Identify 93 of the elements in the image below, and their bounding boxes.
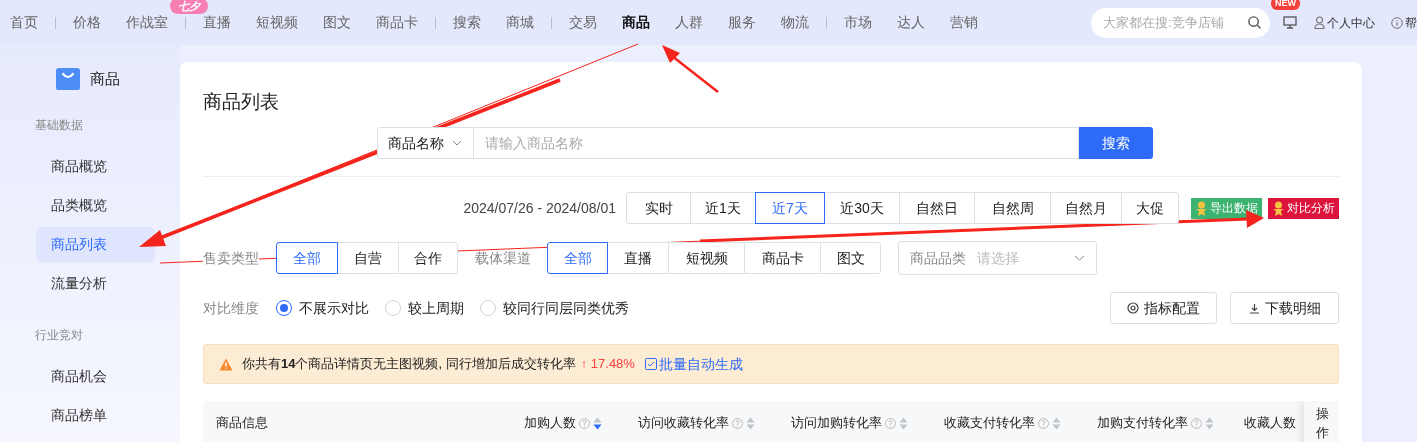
segment-tab[interactable]: 实时 bbox=[626, 192, 691, 224]
compare-radio[interactable]: 较同行同层同类优秀 bbox=[480, 297, 629, 319]
nav-item[interactable]: 商城 bbox=[506, 14, 534, 30]
new-badge: NEW bbox=[1271, 0, 1300, 10]
nav-item[interactable]: 物流 bbox=[781, 14, 809, 30]
batch-generate-link[interactable]: 批量自动生成 bbox=[658, 353, 743, 375]
sidebar-heading: 行业竞对 bbox=[34, 327, 84, 344]
column-header[interactable]: 加购支付转化率 bbox=[1097, 413, 1188, 433]
column-header[interactable]: 收藏支付转化率 bbox=[944, 413, 1035, 433]
segment-tab[interactable]: 近1天 bbox=[690, 192, 756, 224]
segment-tab[interactable]: 全部 bbox=[547, 242, 608, 274]
info-icon[interactable] bbox=[1391, 16, 1403, 29]
segment-tab[interactable]: 自然月 bbox=[1050, 192, 1122, 224]
nav-item[interactable]: 营销 bbox=[950, 14, 978, 30]
page-title: 商品列表 bbox=[203, 90, 280, 114]
nav-item[interactable]: 直播 bbox=[203, 14, 231, 30]
sidebar-item[interactable]: 流量分析 bbox=[36, 266, 155, 301]
nav-item[interactable]: 首页 bbox=[10, 14, 38, 30]
search-field[interactable]: 大家都在搜:竞争店铺 bbox=[1091, 7, 1270, 38]
nav-item[interactable]: 短视频 bbox=[256, 14, 298, 30]
help-icon bbox=[1038, 417, 1049, 429]
search-icon[interactable] bbox=[1247, 14, 1262, 30]
nav-item[interactable]: 交易 bbox=[569, 14, 597, 30]
column-header: 收藏人数 bbox=[1244, 414, 1297, 433]
help-icon bbox=[732, 417, 743, 429]
help-icon bbox=[579, 417, 590, 429]
notice-text: 你共有14个商品详情页无主图视频, 同行增加后成交转化率 bbox=[242, 355, 576, 374]
sidebar-item[interactable]: 商品机会 bbox=[36, 359, 155, 394]
sidebar-heading: 基础数据 bbox=[34, 117, 84, 134]
segment-tab[interactable]: 近30天 bbox=[824, 192, 900, 224]
segment-tab[interactable]: 合作 bbox=[398, 242, 458, 274]
search-button[interactable]: 搜索 bbox=[1078, 127, 1153, 159]
nav-item[interactable]: 达人 bbox=[897, 14, 925, 30]
nav-item[interactable]: 图文 bbox=[323, 14, 351, 30]
column-header: 操作 bbox=[1304, 401, 1339, 442]
rate-text: ↑ 17.48% bbox=[580, 355, 635, 374]
nav-item[interactable]: 作战室 bbox=[126, 14, 168, 30]
download-button[interactable]: 下载明细 bbox=[1230, 292, 1339, 324]
help-icon bbox=[1191, 417, 1202, 429]
bag-icon bbox=[54, 67, 81, 91]
nav-item[interactable]: 商品 bbox=[622, 14, 650, 30]
segment-tab[interactable]: 自然日 bbox=[899, 192, 975, 224]
settings-icon bbox=[1127, 302, 1139, 314]
product-name-input[interactable]: 请输入商品名称 bbox=[473, 127, 1079, 159]
user-center-link[interactable]: 个人中心 bbox=[1327, 13, 1375, 32]
help-link[interactable]: 帮 bbox=[1405, 13, 1417, 32]
user-icon[interactable] bbox=[1314, 16, 1325, 29]
nav-item[interactable]: 市场 bbox=[844, 14, 872, 30]
sidebar-item[interactable]: 品类概览 bbox=[36, 188, 155, 223]
segment-tab[interactable]: 大促 bbox=[1121, 192, 1179, 224]
segment-tab[interactable]: 短视频 bbox=[668, 242, 745, 274]
figure-icon bbox=[1195, 200, 1208, 216]
help-icon bbox=[885, 417, 896, 429]
nav-item[interactable]: 服务 bbox=[728, 14, 756, 30]
field-select[interactable]: 商品名称 bbox=[376, 127, 474, 159]
sidebar-item[interactable]: 商品概览 bbox=[36, 149, 155, 184]
nav-item[interactable]: 搜索 bbox=[453, 14, 481, 30]
sidebar-item[interactable]: 商品榜单 bbox=[36, 398, 155, 433]
segment-tab[interactable]: 直播 bbox=[607, 242, 669, 274]
compare-radio[interactable]: 不展示对比 bbox=[276, 297, 369, 319]
sidebar-item[interactable]: 商品列表 bbox=[36, 227, 155, 262]
filter-label: 售卖类型 bbox=[203, 250, 259, 266]
metric-config-button[interactable]: 指标配置 bbox=[1110, 292, 1217, 324]
filter-label: 对比维度 bbox=[203, 298, 260, 318]
download-icon bbox=[1248, 302, 1260, 314]
annotation-arrow bbox=[662, 45, 719, 93]
sort-icon[interactable] bbox=[593, 416, 602, 430]
figure-icon bbox=[1272, 200, 1285, 216]
segment-tab[interactable]: 自营 bbox=[337, 242, 399, 274]
monitor-icon[interactable] bbox=[1283, 16, 1297, 29]
segment-tab[interactable]: 自然周 bbox=[974, 192, 1051, 224]
column-header[interactable]: 访问收藏转化率 bbox=[638, 413, 729, 433]
compare-radio[interactable]: 较上周期 bbox=[385, 297, 464, 319]
column-header[interactable]: 访问加购转化率 bbox=[791, 413, 882, 433]
nav-item[interactable]: 价格 bbox=[73, 14, 101, 30]
column-header[interactable]: 加购人数 bbox=[524, 413, 576, 433]
checkbox-icon bbox=[644, 358, 657, 370]
column-header: 商品信息 bbox=[215, 414, 269, 433]
chevron-down-icon bbox=[451, 140, 462, 146]
nav-item[interactable]: 商品卡 bbox=[376, 14, 418, 30]
nav-item[interactable]: 人群 bbox=[675, 14, 703, 30]
filter-label: 载体渠道 bbox=[475, 248, 532, 268]
warning-icon bbox=[219, 357, 233, 371]
chevron-down-icon bbox=[1074, 255, 1085, 261]
segment-tab[interactable]: 近7天 bbox=[755, 192, 825, 224]
date-range: 2024/07/26 - 2024/08/01 bbox=[463, 198, 616, 218]
plugin-button[interactable]: 对比分析 bbox=[1268, 197, 1339, 219]
segment-tab[interactable]: 全部 bbox=[276, 242, 338, 274]
category-select[interactable]: 商品品类 请选择 bbox=[898, 241, 1097, 275]
sidebar-title: 商品 bbox=[89, 68, 120, 89]
segment-tab[interactable]: 图文 bbox=[820, 242, 881, 274]
holiday-badge: 七夕 bbox=[170, 0, 208, 14]
segment-tab[interactable]: 商品卡 bbox=[744, 242, 821, 274]
